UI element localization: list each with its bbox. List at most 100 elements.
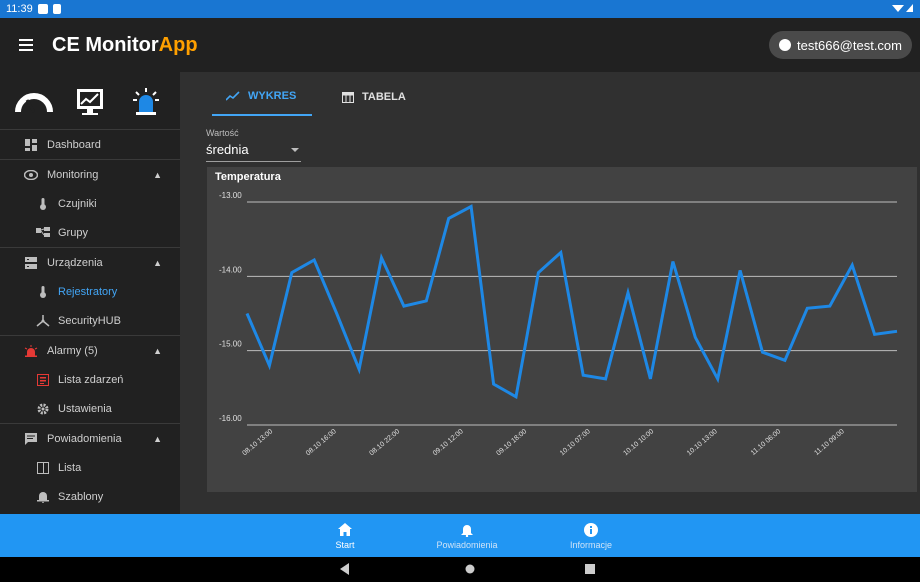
y-tick-label: -15.00: [219, 340, 242, 349]
chart-card: -13.00 -14.00 -15.00 -16.00 08.10 13:00 08.10…: [207, 167, 917, 492]
sidebar-item-label: Szablony: [58, 490, 104, 503]
sidebar-item-grupy[interactable]: Grupy: [0, 218, 180, 247]
groups-icon: [36, 226, 50, 239]
nav-label: Start: [335, 539, 355, 550]
x-tick-label: 09.10 18:00: [495, 428, 528, 457]
chart-title: Temperatura: [215, 171, 281, 183]
nav-label: Powiadomienia: [436, 539, 498, 550]
x-tick-label: 11.10 09:00: [813, 428, 846, 457]
app-bar: CE MonitorApp test666@test.com: [0, 18, 920, 72]
hamburger-icon: [19, 39, 33, 51]
y-tick-label: -14.00: [219, 265, 242, 274]
back-icon[interactable]: [340, 563, 350, 575]
alarm-shortcut[interactable]: [126, 81, 166, 121]
sidebar-item-label: Lista zdarzeń: [58, 373, 124, 386]
x-tick-label: 09.10 12:00: [432, 428, 465, 457]
sidebar-item-lista-zdarzen[interactable]: Lista zdarzeń: [0, 365, 180, 394]
x-tick-label: 10.10 13:00: [686, 428, 719, 457]
home-icon: [337, 522, 353, 538]
sidebar-item-lista[interactable]: Lista: [0, 453, 180, 482]
sidebar-item-label: Alarmy (5): [47, 344, 98, 357]
sidebar-item-monitoring[interactable]: Monitoring ▲: [0, 160, 180, 189]
sidebar-item-label: Ustawienia: [58, 402, 112, 415]
tab-wykres[interactable]: WYKRES: [212, 78, 312, 116]
devices-icon: [24, 256, 38, 269]
monitor-chart-shortcut[interactable]: [70, 81, 110, 121]
x-tick-label: 10.10 10:00: [622, 428, 655, 457]
recents-icon[interactable]: [584, 563, 596, 575]
app-title-accent: App: [158, 33, 198, 56]
app-title: CE MonitorApp: [52, 34, 198, 57]
select-value[interactable]: średnia: [206, 142, 301, 162]
sidebar-item-czujniki[interactable]: Czujniki: [0, 189, 180, 218]
monitor-chart-icon: [77, 88, 103, 115]
trending-up-icon: [226, 91, 240, 101]
sidebar-item-label: Urządzenia: [47, 256, 103, 269]
notification-icon: [37, 4, 48, 14]
template-icon: [36, 491, 50, 503]
x-tick-label: 08.10 22:00: [368, 428, 401, 457]
x-tick-label: 08.10 16:00: [305, 428, 338, 457]
sidebar-item-urzadzenia[interactable]: Urządzenia ▲: [0, 248, 180, 277]
caret-up-icon: ▲: [153, 345, 162, 356]
tab-label: TABELA: [362, 91, 406, 103]
sidebar-item-label: Dashboard: [47, 138, 101, 151]
y-tick-label: -13.00: [219, 191, 242, 200]
sd-card-icon: [52, 4, 61, 14]
sidebar-item-ustawienia[interactable]: Ustawienia: [0, 394, 180, 423]
gauge-shortcut[interactable]: [14, 81, 54, 121]
tab-bar: WYKRES TABELA: [196, 78, 920, 116]
select-label: Wartość: [206, 128, 239, 138]
caret-up-icon: ▲: [153, 257, 162, 268]
sidebar-item-label: Rejestratory: [58, 285, 118, 298]
info-icon: [583, 522, 599, 538]
tab-tabela[interactable]: TABELA: [328, 78, 428, 116]
dashboard-icon: [24, 138, 38, 151]
nav-label: Informacje: [569, 539, 613, 550]
line-chart: -13.00 -14.00 -15.00 -16.00 08.10 13:00 08.10…: [219, 191, 898, 457]
nav-powiadomienia[interactable]: Powiadomienia: [412, 514, 522, 557]
sidebar-item-label: SecurityHUB: [58, 314, 121, 327]
message-icon: [24, 432, 38, 445]
status-time: 11:39: [6, 3, 33, 15]
select-current-value: średnia: [206, 142, 249, 157]
status-bar: 11:39: [0, 0, 920, 18]
system-navigation-bar: [0, 557, 920, 582]
sidebar-item-powiadomienia[interactable]: Powiadomienia ▲: [0, 424, 180, 453]
dropdown-arrow-icon: [291, 148, 299, 152]
sidebar-item-alarmy[interactable]: Alarmy (5) ▲: [0, 336, 180, 365]
caret-up-icon: ▲: [153, 169, 162, 180]
sidebar-item-label: Monitoring: [47, 168, 99, 181]
sidebar-item-label: Czujniki: [58, 197, 97, 210]
x-tick-label: 08.10 13:00: [241, 428, 274, 457]
y-tick-label: -16.00: [219, 414, 242, 423]
nav-informacje[interactable]: Informacje: [536, 514, 646, 557]
sidebar-shortcuts: [0, 72, 180, 129]
value-select[interactable]: Wartość średnia: [206, 128, 301, 162]
wifi-battery-icon: [892, 3, 913, 12]
series-line: [245, 204, 898, 400]
nav-start[interactable]: Start: [290, 514, 400, 557]
sidebar-item-label: Grupy: [58, 226, 88, 239]
user-account-button[interactable]: test666@test.com: [769, 31, 912, 59]
sidebar-item-label: Powiadomienia: [47, 432, 122, 445]
event-list-icon: [36, 373, 50, 386]
user-email: test666@test.com: [797, 37, 902, 53]
thermometer-icon: [36, 285, 50, 298]
bottom-navigation: Start Powiadomienia Informacje: [0, 514, 920, 557]
sidebar: Dashboard Monitoring ▲ Czujniki Grupy Ur…: [0, 72, 180, 514]
menu-button[interactable]: [0, 18, 52, 72]
main-content: WYKRES TABELA Wartość średnia -13.00 -14.…: [196, 78, 920, 514]
sidebar-item-securityhub[interactable]: SecurityHUB: [0, 306, 180, 335]
thermometer-icon: [36, 197, 50, 210]
x-tick-label: 11.10 06:00: [750, 428, 783, 457]
home-circle-icon[interactable]: [464, 563, 476, 575]
caret-up-icon: ▲: [153, 433, 162, 444]
sidebar-item-szablony[interactable]: Szablony: [0, 482, 180, 511]
sidebar-item-dashboard[interactable]: Dashboard: [0, 130, 180, 159]
sidebar-item-rejestratory[interactable]: Rejestratory: [0, 277, 180, 306]
app-title-main: CE Monitor: [52, 33, 159, 56]
table-icon: [342, 91, 354, 103]
tab-label: WYKRES: [248, 90, 297, 102]
list-icon: [36, 461, 50, 474]
